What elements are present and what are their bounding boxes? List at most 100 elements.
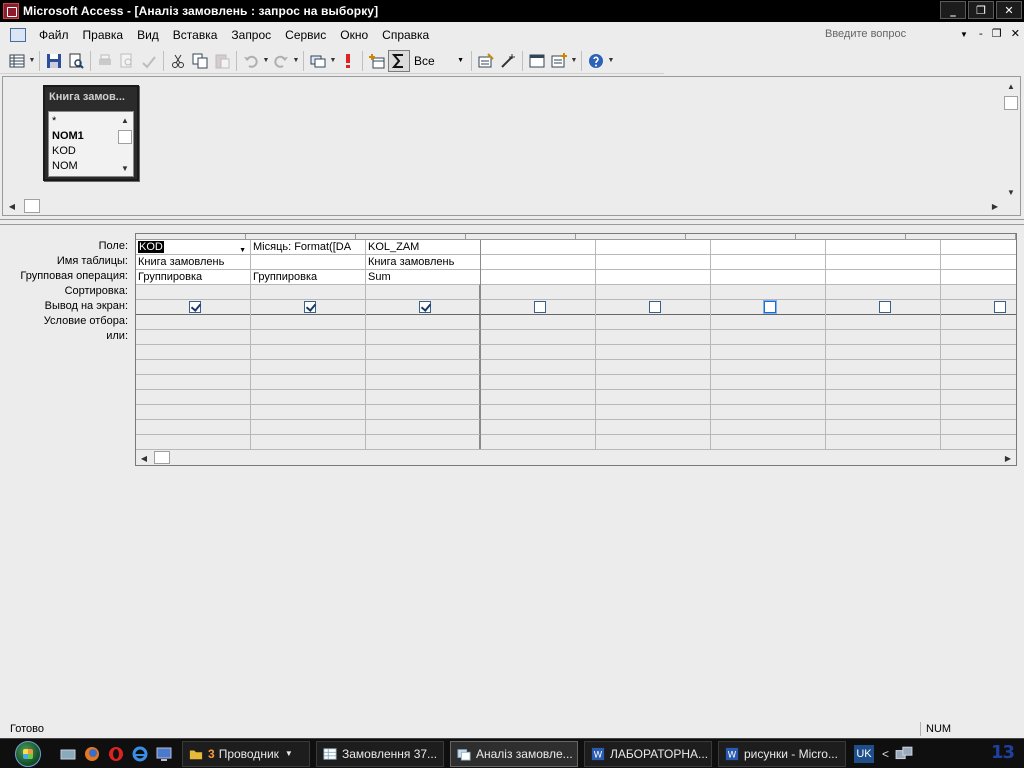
grid-cell-show[interactable]: [826, 300, 940, 315]
scroll-thumb[interactable]: [1004, 96, 1018, 110]
grid-cell-extra[interactable]: [481, 375, 595, 390]
grid-cell-extra[interactable]: [251, 360, 365, 375]
grid-cell-table[interactable]: [251, 255, 365, 270]
grid-cell-extra[interactable]: [366, 420, 480, 435]
menu-help[interactable]: Справка: [375, 28, 436, 42]
task-word-lab[interactable]: W ЛАБОРАТОРНА...: [584, 740, 712, 767]
grid-cell-field[interactable]: KOL_ZAM: [366, 240, 480, 255]
table-pane-vscrollbar[interactable]: ▲ ▼: [1003, 78, 1019, 200]
grid-cell-sort[interactable]: [251, 285, 365, 300]
grid-cell-extra[interactable]: [366, 405, 480, 420]
grid-cell-field[interactable]: [711, 240, 825, 255]
grid-cell-extra[interactable]: [826, 390, 940, 405]
grid-cell-extra[interactable]: [596, 405, 710, 420]
grid-cell-extra[interactable]: [136, 375, 250, 390]
grid-cell-or[interactable]: [136, 330, 250, 345]
grid-cell-total[interactable]: [481, 270, 595, 285]
document-window-icon[interactable]: [10, 28, 26, 42]
grid-cell-extra[interactable]: [711, 435, 825, 450]
chevron-down-icon[interactable]: ▼: [28, 57, 36, 64]
doc-close-button[interactable]: ✕: [1011, 27, 1020, 40]
scroll-down-icon[interactable]: ▼: [1003, 184, 1019, 200]
grid-cell-extra[interactable]: [251, 345, 365, 360]
task-orders-table[interactable]: Замовлення 37...: [316, 740, 444, 767]
grid-cell-table[interactable]: [711, 255, 825, 270]
grid-cell-sort[interactable]: [481, 285, 595, 300]
ask-question-input[interactable]: Введите вопрос: [820, 26, 970, 44]
grid-cell-field[interactable]: [481, 240, 595, 255]
grid-cell-criteria[interactable]: [826, 315, 940, 330]
table-field-list[interactable]: Книга замов... * NOM1 KOD NOM ▲ ▼: [43, 85, 139, 181]
grid-cell-or[interactable]: [596, 330, 710, 345]
grid-cell-extra[interactable]: [826, 420, 940, 435]
grid-cell-extra[interactable]: [711, 375, 825, 390]
grid-cell-total[interactable]: [596, 270, 710, 285]
grid-cell-field[interactable]: [941, 240, 1016, 255]
grid-cell-criteria[interactable]: [136, 315, 250, 330]
menu-edit[interactable]: Правка: [76, 28, 131, 42]
grid-cell-criteria[interactable]: [941, 315, 1016, 330]
grid-cell-extra[interactable]: [366, 375, 480, 390]
save-button[interactable]: [43, 50, 65, 72]
grid-cell-extra[interactable]: [251, 390, 365, 405]
grid-cell-extra[interactable]: [596, 435, 710, 450]
grid-cell-or[interactable]: [251, 330, 365, 345]
grid-cell-extra[interactable]: [481, 345, 595, 360]
tray-expand-icon[interactable]: <: [882, 747, 889, 761]
grid-cell-criteria[interactable]: [366, 315, 480, 330]
column-selector[interactable]: [356, 234, 466, 239]
chevron-down-icon[interactable]: ▼: [570, 57, 578, 64]
language-indicator[interactable]: UK: [854, 744, 874, 763]
grid-cell-extra[interactable]: [596, 390, 710, 405]
grid-cell-table[interactable]: [826, 255, 940, 270]
column-selector[interactable]: [466, 234, 576, 239]
quicklaunch-firefox[interactable]: [82, 744, 102, 764]
grid-cell-criteria[interactable]: [596, 315, 710, 330]
grid-cell-or[interactable]: [481, 330, 595, 345]
grid-cell-extra[interactable]: [826, 405, 940, 420]
clock[interactable]: 13: [991, 742, 1015, 763]
show-checkbox[interactable]: [189, 301, 201, 313]
show-checkbox[interactable]: [304, 301, 316, 313]
chevron-down-icon[interactable]: ▼: [292, 57, 300, 64]
new-object-button[interactable]: [548, 50, 570, 72]
scroll-thumb[interactable]: [154, 451, 170, 464]
print-preview-button[interactable]: [116, 50, 138, 72]
grid-cell-extra[interactable]: [136, 435, 250, 450]
grid-cell-sort[interactable]: [711, 285, 825, 300]
database-window-button[interactable]: [526, 50, 548, 72]
grid-cell-extra[interactable]: [481, 420, 595, 435]
grid-cell-extra[interactable]: [826, 360, 940, 375]
grid-cell-total[interactable]: [941, 270, 1016, 285]
column-selector[interactable]: [136, 234, 246, 239]
scroll-thumb[interactable]: [24, 199, 40, 213]
copy-button[interactable]: [189, 50, 211, 72]
grid-cell-or[interactable]: [941, 330, 1016, 345]
minimize-button[interactable]: _: [940, 1, 966, 19]
grid-cell-extra[interactable]: [941, 345, 1016, 360]
grid-cell-extra[interactable]: [941, 420, 1016, 435]
menu-tools[interactable]: Сервис: [278, 28, 333, 42]
print-button[interactable]: [94, 50, 116, 72]
grid-cell-table[interactable]: Книга замовлень: [366, 255, 480, 270]
grid-cell-extra[interactable]: [941, 360, 1016, 375]
scroll-thumb[interactable]: [118, 130, 132, 144]
grid-cell-sort[interactable]: [366, 285, 480, 300]
grid-cell-extra[interactable]: [481, 390, 595, 405]
show-checkbox[interactable]: [764, 301, 776, 313]
show-checkbox[interactable]: [879, 301, 891, 313]
grid-cell-extra[interactable]: [481, 360, 595, 375]
grid-cell-field[interactable]: Місяць: Format([DA: [251, 240, 365, 255]
chevron-down-icon[interactable]: ▼: [329, 57, 337, 64]
grid-cell-extra[interactable]: [826, 435, 940, 450]
grid-cell-sort[interactable]: [941, 285, 1016, 300]
scroll-right-icon[interactable]: ▶: [987, 198, 1003, 214]
grid-cell-extra[interactable]: [136, 345, 250, 360]
grid-cell-extra[interactable]: [941, 435, 1016, 450]
paste-button[interactable]: [211, 50, 233, 72]
query-type-button[interactable]: [307, 50, 329, 72]
field-list-item-nom[interactable]: NOM: [52, 159, 84, 174]
field-list-item-nom1[interactable]: NOM1: [52, 129, 84, 144]
scroll-up-icon[interactable]: ▲: [1003, 78, 1019, 94]
top-values-select[interactable]: Все ▼: [410, 51, 468, 71]
